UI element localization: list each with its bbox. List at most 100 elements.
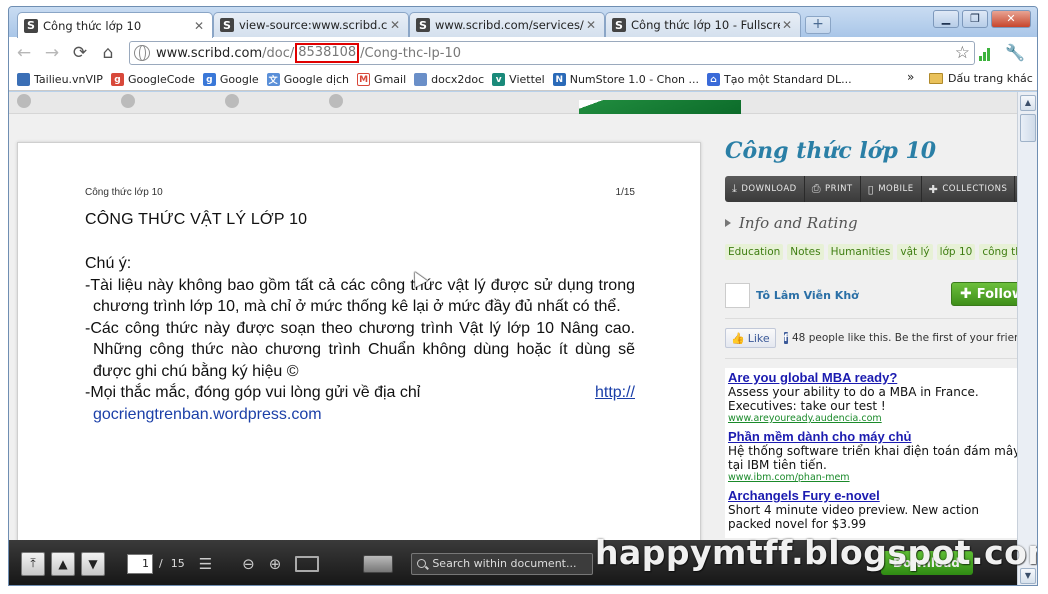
download-action-button[interactable]: ⤓ DOWNLOAD bbox=[725, 176, 805, 202]
tab-view-source[interactable]: S view-source:www.scribd.com/ ✕ bbox=[213, 12, 409, 37]
triangle-right-icon bbox=[725, 219, 731, 227]
doc-icon bbox=[414, 73, 428, 86]
document-search-input[interactable]: Search within document... bbox=[411, 552, 594, 575]
bookmark-standard-dl[interactable]: ⌂ Tạo một Standard DL... bbox=[707, 73, 852, 86]
list-view-icon[interactable]: ☰ bbox=[199, 555, 212, 573]
contact-link[interactable]: http:// bbox=[595, 382, 635, 404]
page-number-input[interactable]: 1 bbox=[127, 553, 153, 574]
ad-title-link[interactable]: Archangels Fury e-novel bbox=[728, 488, 1017, 503]
tab-label: Công thức lớp 10 - Fullscreen bbox=[631, 18, 780, 32]
back-button[interactable]: ← bbox=[11, 40, 37, 66]
wrench-icon[interactable]: 🔧 bbox=[1005, 43, 1025, 62]
reload-button[interactable]: ⟳ bbox=[67, 40, 93, 66]
gmail-icon: M bbox=[357, 73, 371, 86]
bookmark-google[interactable]: g Google bbox=[202, 73, 259, 86]
tag-vat-ly[interactable]: vật lý bbox=[897, 244, 933, 260]
view-mode-dropdown[interactable] bbox=[363, 554, 394, 573]
facebook-like-button[interactable]: 👍 Like bbox=[725, 328, 776, 348]
zoom-out-icon[interactable]: ⊖ bbox=[242, 555, 255, 573]
scroll-up-button[interactable]: ▲ bbox=[1020, 95, 1036, 111]
zoom-in-icon[interactable]: ⊕ bbox=[269, 555, 282, 573]
next-page-button[interactable]: ▼ bbox=[81, 551, 105, 576]
document-heading: CÔNG THỨC VẬT LÝ LỚP 10 bbox=[85, 211, 308, 228]
vertical-scrollbar[interactable]: ▲ ▼ bbox=[1017, 92, 1037, 585]
tab-label: Công thức lớp 10 bbox=[43, 18, 142, 33]
home-button[interactable]: ⌂ bbox=[95, 40, 121, 66]
tag-cong-thuc[interactable]: công thức bbox=[979, 244, 1017, 260]
ad-url-link[interactable]: www.ibm.com/phan-mem bbox=[728, 472, 1017, 484]
watermark-text: happymtff.blogspot.com bbox=[595, 533, 1038, 572]
bookmarks-other-folder[interactable]: Dấu trang khác bbox=[929, 72, 1033, 85]
bookmark-label: Google dịch bbox=[283, 73, 350, 86]
bookmark-numstore[interactable]: N NumStore 1.0 - Chon ... bbox=[552, 73, 700, 86]
viettel-icon: v bbox=[492, 73, 506, 86]
url-host: www.scribd.com bbox=[156, 45, 263, 61]
address-bar[interactable]: www.scribd.com/doc/8538108/Cong-thc-lp-1… bbox=[129, 41, 975, 65]
mobile-action-button[interactable]: ▯ MOBILE bbox=[861, 176, 922, 202]
translate-icon: 文 bbox=[266, 73, 280, 86]
document-sidebar: Công thức lớp 10 ⤓ DOWNLOAD ⎙ PRINT ▯ MOBIL… bbox=[721, 132, 1017, 585]
note-title: Chú ý: bbox=[85, 255, 132, 272]
tab-cong-thuc-lop-10[interactable]: S Công thức lớp 10 ✕ bbox=[17, 12, 213, 38]
doc-id-highlight: 8538108 bbox=[295, 43, 360, 63]
first-page-button[interactable]: ⤒ bbox=[21, 551, 45, 576]
bookmark-googlecode[interactable]: g GoogleCode bbox=[110, 73, 195, 86]
bookmarks-more-button[interactable]: » bbox=[907, 70, 914, 84]
house-icon: ⌂ bbox=[707, 73, 721, 86]
author-row: Tô Lâm Viễn Khở ✚Follow bbox=[725, 282, 1017, 308]
star-icon[interactable]: ☆ bbox=[955, 43, 970, 63]
forward-button[interactable]: → bbox=[39, 40, 65, 66]
maximize-button[interactable]: ❐ bbox=[962, 10, 988, 28]
close-window-button[interactable]: ✕ bbox=[991, 10, 1031, 28]
scribd-icon: S bbox=[416, 18, 430, 32]
bookmark-label: Google bbox=[219, 73, 259, 86]
previous-page-button[interactable]: ▲ bbox=[51, 551, 75, 576]
page-separator: / bbox=[159, 557, 163, 570]
contact-link-domain[interactable]: gocriengtrenban.wordpress.com bbox=[93, 406, 322, 423]
header-icon bbox=[17, 94, 31, 108]
tag-humanities[interactable]: Humanities bbox=[827, 244, 894, 260]
bookmark-google-dich[interactable]: 文 Google dịch bbox=[266, 73, 350, 86]
facebook-icon: f bbox=[783, 332, 788, 344]
ad-url-link[interactable]: www.areyouready.audencia.com bbox=[728, 413, 1017, 425]
tab-fullscreen[interactable]: S Công thức lớp 10 - Fullscreen ✕ bbox=[605, 12, 801, 37]
bookmark-gmail[interactable]: M Gmail bbox=[357, 73, 406, 86]
close-icon[interactable]: ✕ bbox=[780, 18, 794, 32]
mobile-icon: ▯ bbox=[867, 182, 875, 196]
bookmark-label: NumStore 1.0 - Chon ... bbox=[569, 73, 700, 86]
document-page: Công thức lớp 10 1/15 CÔNG THỨC VẬT LÝ L… bbox=[17, 142, 701, 585]
tab-services-oem[interactable]: S www.scribd.com/services/oem ✕ bbox=[409, 12, 605, 37]
close-icon[interactable]: ✕ bbox=[388, 18, 402, 32]
page-content: Công thức lớp 10 1/15 CÔNG THỨC VẬT LÝ L… bbox=[9, 92, 1017, 585]
collections-action-button[interactable]: ✚ COLLECTIONS bbox=[922, 176, 1016, 202]
close-icon[interactable]: ✕ bbox=[192, 19, 206, 33]
tag-lop-10[interactable]: lớp 10 bbox=[936, 244, 976, 260]
fullscreen-icon[interactable] bbox=[295, 555, 320, 572]
new-tab-button[interactable]: + bbox=[805, 16, 831, 34]
author-name-link[interactable]: Tô Lâm Viễn Khở bbox=[756, 289, 859, 302]
avatar[interactable] bbox=[725, 282, 750, 308]
scrollbar-thumb[interactable] bbox=[1020, 114, 1036, 142]
pagerank-icon[interactable] bbox=[979, 47, 993, 61]
follow-button[interactable]: ✚Follow bbox=[951, 282, 1017, 306]
ad-title-link[interactable]: Are you global MBA ready? bbox=[728, 370, 1017, 385]
close-icon[interactable]: ✕ bbox=[584, 18, 598, 32]
ad-title-link[interactable]: Phần mềm dành cho máy chủ bbox=[728, 429, 1017, 444]
bookmark-viettel[interactable]: v Viettel bbox=[492, 73, 545, 86]
divider bbox=[725, 358, 1017, 359]
tag-list: Education Notes Humanities vật lý lớp 10… bbox=[725, 244, 1017, 260]
bookmark-tailieu[interactable]: Tailieu.vnVIP bbox=[17, 73, 103, 86]
info-rating-toggle[interactable]: Info and Rating bbox=[725, 214, 858, 232]
header-icon bbox=[121, 94, 135, 108]
url-path-suffix: /Cong-thc-lp-10 bbox=[360, 45, 462, 61]
tag-education[interactable]: Education bbox=[725, 244, 784, 260]
bookmark-label: Dấu trang khác bbox=[948, 72, 1033, 85]
print-action-button[interactable]: ⎙ PRINT bbox=[805, 176, 861, 202]
search-icon bbox=[417, 559, 427, 568]
facebook-like-row: 👍 Like f 48 people like this. Be the firs… bbox=[725, 328, 1017, 348]
minimize-button[interactable]: ▁ bbox=[933, 10, 959, 28]
tag-notes[interactable]: Notes bbox=[787, 244, 824, 260]
header-green-banner bbox=[579, 100, 741, 114]
bullet-item: -Các công thức này được soạn theo chương… bbox=[85, 319, 635, 380]
bookmark-docx2doc[interactable]: docx2doc bbox=[414, 73, 484, 86]
